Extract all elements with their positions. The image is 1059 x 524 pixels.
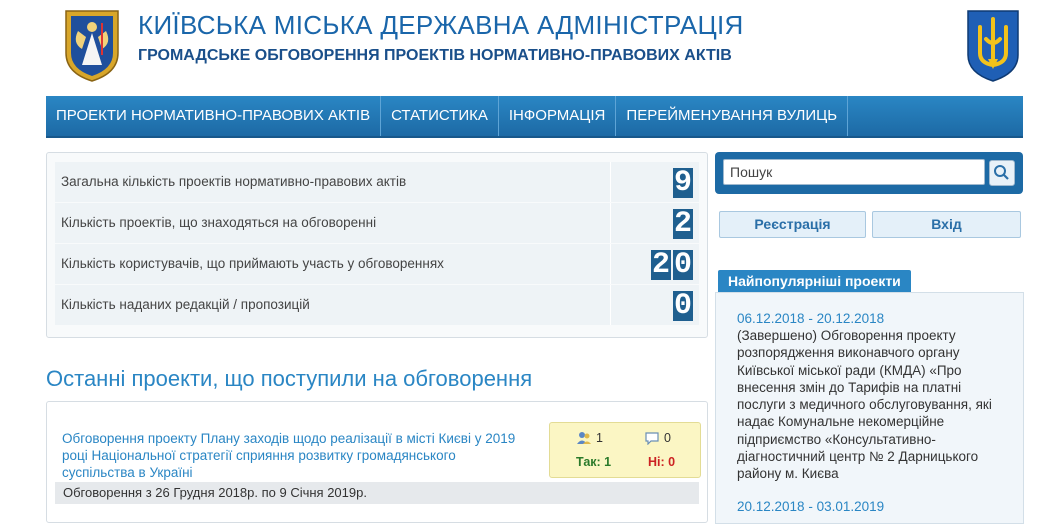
stat-label: Кількість проектів, що знаходяться на об… [61,215,377,230]
stat-label: Кількість наданих редакцій / пропозицій [61,297,310,312]
project-title-link[interactable]: Обговорення проекту Плану заходів щодо р… [62,430,532,481]
nav-information[interactable]: ІНФОРМАЦІЯ [499,96,617,136]
popular-project-date[interactable]: 06.12.2018 - 20.12.2018 [737,311,884,326]
popular-project-date[interactable]: 20.12.2018 - 03.01.2019 [737,499,884,514]
search-input[interactable] [723,159,985,185]
statistics-panel: Загальна кількість проектів нормативно-п… [46,152,708,338]
counter-digit: 2 [673,207,693,241]
stat-row-proposals: Кількість наданих редакцій / пропозицій … [55,285,699,325]
stat-row-total: Загальна кількість проектів нормативно-п… [55,162,699,202]
nav-statistics[interactable]: СТАТИСТИКА [381,96,499,136]
stat-divider [610,244,611,284]
nav-street-renaming[interactable]: ПЕРЕЙМЕНУВАННЯ ВУЛИЦЬ [616,96,849,136]
stat-row-users: Кількість користувачів, що приймають уча… [55,244,699,284]
stat-divider [610,285,611,325]
project-card: Обговорення проекту Плану заходів щодо р… [46,401,708,523]
stat-divider [610,203,611,243]
login-button[interactable]: Вхід [872,211,1021,238]
register-button[interactable]: Реєстрація [719,211,866,238]
comments-count: 0 [664,431,671,445]
votes-no: Ні: 0 [648,455,676,469]
stat-counter: 0 [673,291,693,321]
project-period: Обговорення з 26 Грудня 2018р. по 9 Січн… [55,482,699,504]
stat-divider [610,162,611,202]
popular-project-text: (Завершено) Обговорення проекту розпоряд… [737,328,992,482]
counter-digit: 2 [651,248,671,282]
recent-projects-heading: Останні проекти, що поступили на обговор… [46,366,533,391]
popular-projects-panel: 06.12.2018 - 20.12.2018 (Завершено) Обго… [715,292,1024,524]
project-stats-box: 1 0 Так: 1 Ні: 0 [549,422,701,478]
votes-yes: Так: 1 [576,455,612,469]
page-subtitle: ГРОМАДСЬКЕ ОБГОВОРЕННЯ ПРОЕКТІВ НОРМАТИВ… [138,47,732,64]
search-button[interactable] [989,160,1015,186]
page-title: КИЇВСЬКА МІСЬКА ДЕРЖАВНА АДМІНІСТРАЦІЯ [138,10,744,40]
counter-digit: 9 [673,166,693,200]
stat-row-in-discussion: Кількість проектів, що знаходяться на об… [55,203,699,243]
stat-label: Кількість користувачів, що приймають уча… [61,256,444,271]
counter-digit: 0 [673,289,693,323]
search-bar [715,152,1023,194]
nav-projects[interactable]: ПРОЕКТИ НОРМАТИВНО-ПРАВОВИХ АКТІВ [46,96,382,136]
stat-label: Загальна кількість проектів нормативно-п… [61,174,407,189]
users-icon [577,432,591,444]
comment-icon [645,432,659,445]
stat-counter: 9 [673,168,693,198]
stat-counter: 2 [673,209,693,239]
counter-digit: 0 [673,248,693,282]
search-icon [994,165,1009,180]
kyiv-coat-of-arms-icon [65,10,119,82]
stat-counter: 2 0 [651,250,693,280]
users-count: 1 [596,431,603,445]
main-nav: ПРОЕКТИ НОРМАТИВНО-ПРАВОВИХ АКТІВ СТАТИС… [46,96,1023,138]
popular-projects-tab: Найпопулярніші проекти [718,270,911,292]
ukraine-trident-icon [967,10,1019,82]
